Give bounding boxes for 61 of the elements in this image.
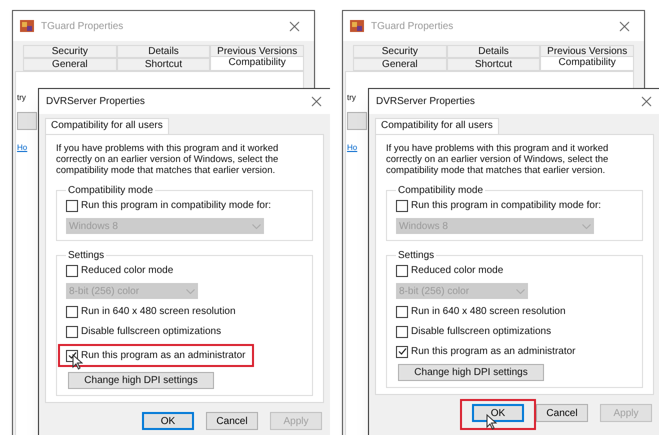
app-icon — [19, 18, 35, 34]
intro-text: If you have problems with this program and it worked correctly on an earlier version of Windows, select the compatibility mode that matches that earlier version. — [386, 143, 610, 176]
mouse-pointer-icon — [72, 354, 83, 370]
tab[interactable]: Compatibility for all users — [375, 118, 499, 134]
close-icon[interactable] — [619, 20, 630, 32]
tab[interactable]: General — [23, 58, 117, 71]
checkbox-label: Run this program as an administrator — [81, 349, 246, 363]
tab[interactable]: Security — [23, 45, 117, 58]
caret-icon — [252, 224, 261, 228]
tab[interactable]: Compatibility for all users — [45, 118, 169, 134]
checkbox[interactable] — [396, 200, 408, 212]
help-link[interactable]: Ho — [17, 143, 28, 152]
checkbox-label: Reduced color mode — [81, 264, 174, 278]
window-title: TGuard Properties — [41, 20, 124, 34]
checkbox[interactable] — [66, 326, 78, 338]
tab[interactable]: Shortcut — [446, 58, 540, 71]
group-title: Compatibility mode — [67, 184, 154, 198]
close-icon[interactable] — [311, 96, 322, 107]
group-title: Compatibility mode — [397, 184, 484, 198]
window-title: TGuard Properties — [371, 20, 454, 34]
group-title: Settings — [67, 249, 106, 263]
tab[interactable]: Compatibility — [210, 56, 304, 71]
app-icon — [349, 18, 365, 34]
checkbox-label: Disable fullscreen optimizations — [411, 325, 552, 339]
caret-icon — [186, 288, 195, 294]
dialog-title: DVRServer Properties — [376, 95, 476, 109]
close-icon[interactable] — [289, 20, 300, 32]
description-text: try — [17, 92, 26, 104]
checkbox[interactable] — [66, 200, 78, 212]
checkbox-label: Reduced color mode — [411, 264, 504, 278]
caret-icon — [582, 224, 591, 228]
checkbox-label: Disable fullscreen optimizations — [81, 325, 222, 339]
dialog-button[interactable]: OK — [142, 412, 194, 430]
help-link[interactable]: Ho — [347, 143, 358, 152]
checkbox-label: Run this program in compatibility mode for: — [81, 199, 272, 213]
checkbox[interactable] — [396, 326, 408, 338]
checkbox[interactable] — [66, 306, 78, 318]
checkbox-label: Run in 640 x 480 screen resolution — [81, 305, 236, 319]
checkbox-label: Run this program as an administrator — [411, 345, 576, 359]
tab[interactable]: General — [353, 58, 447, 71]
checkbox[interactable] — [396, 264, 408, 276]
checkbox-label: Run in 640 x 480 screen resolution — [411, 305, 566, 319]
dpi-settings-button[interactable]: Change high DPI settings — [398, 364, 544, 381]
dialog-title: DVRServer Properties — [46, 95, 146, 109]
close-icon[interactable] — [641, 96, 652, 107]
intro-text: If you have problems with this program and it worked correctly on an earlier version of Windows, select the compatibility mode that matches that earlier version. — [56, 143, 280, 176]
dialog-button[interactable]: Cancel — [536, 404, 588, 422]
dpi-settings-button[interactable]: Change high DPI settings — [68, 372, 214, 389]
checkbox[interactable] — [396, 306, 408, 318]
dialog-button[interactable]: Cancel — [206, 412, 258, 430]
tab[interactable]: Shortcut — [116, 58, 210, 71]
tab[interactable]: Compatibility — [540, 56, 634, 71]
checkbox[interactable] — [396, 346, 408, 358]
group-title: Settings — [397, 249, 436, 263]
checkbox[interactable] — [66, 264, 78, 276]
tab[interactable]: Details — [116, 45, 210, 58]
description-text: try — [347, 92, 356, 104]
checkbox-label: Run this program in compatibility mode for: — [411, 199, 602, 213]
tab[interactable]: Security — [353, 45, 447, 58]
caret-icon — [516, 288, 525, 294]
tab[interactable]: Details — [446, 45, 540, 58]
